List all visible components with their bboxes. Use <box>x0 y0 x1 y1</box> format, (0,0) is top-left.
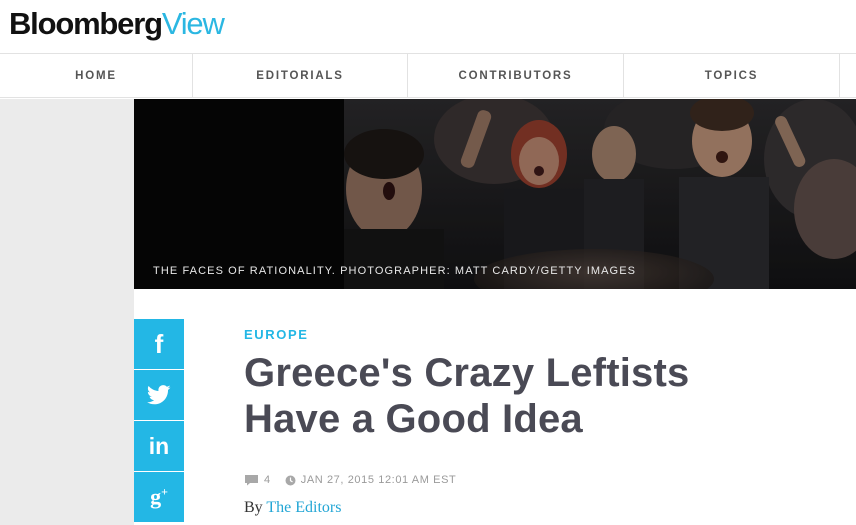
headline-line-1: Greece's Crazy Leftists <box>244 351 690 395</box>
linkedin-icon: in <box>148 432 170 459</box>
clock-icon <box>285 475 296 485</box>
nav-topics[interactable]: TOPICS <box>624 54 840 98</box>
hero-image: THE FACES OF RATIONALITY. PHOTOGRAPHER: … <box>134 99 856 289</box>
byline: By The Editors <box>244 499 341 517</box>
nav-home[interactable]: HOME <box>0 54 193 98</box>
share-rail: f in g+ <box>134 319 184 523</box>
article-meta: 4 JAN 27, 2015 12:01 AM EST <box>244 474 456 486</box>
facebook-icon: f <box>154 328 164 359</box>
comment-icon[interactable] <box>244 474 259 486</box>
site-header: BloombergView <box>0 0 856 54</box>
byline-prefix: By <box>244 499 263 516</box>
hero-caption: THE FACES OF RATIONALITY. PHOTOGRAPHER: … <box>153 265 637 277</box>
comment-count[interactable]: 4 <box>264 474 271 486</box>
publish-date: JAN 27, 2015 12:01 AM EST <box>300 474 457 486</box>
article-headline: Greece's Crazy Leftists Have a Good Idea <box>244 350 844 442</box>
left-gutter <box>0 99 134 525</box>
author-link[interactable]: The Editors <box>266 499 341 516</box>
share-linkedin-button[interactable]: in <box>134 421 184 471</box>
logo-view: View <box>161 6 225 41</box>
crowd-photo <box>344 99 856 289</box>
twitter-icon <box>147 385 171 405</box>
site-logo[interactable]: BloombergView <box>9 6 225 42</box>
headline-line-2: Have a Good Idea <box>244 397 583 441</box>
share-twitter-button[interactable] <box>134 370 184 420</box>
main-nav: HOME EDITORIALS CONTRIBUTORS TOPICS <box>0 54 856 98</box>
nav-editorials[interactable]: EDITORIALS <box>193 54 408 98</box>
section-label[interactable]: EUROPE <box>244 327 309 342</box>
share-google-plus-button[interactable]: g+ <box>134 472 184 522</box>
nav-contributors[interactable]: CONTRIBUTORS <box>408 54 624 98</box>
share-facebook-button[interactable]: f <box>134 319 184 369</box>
logo-bloomberg: Bloomberg <box>9 6 163 41</box>
google-plus-icon: g+ <box>150 484 168 509</box>
